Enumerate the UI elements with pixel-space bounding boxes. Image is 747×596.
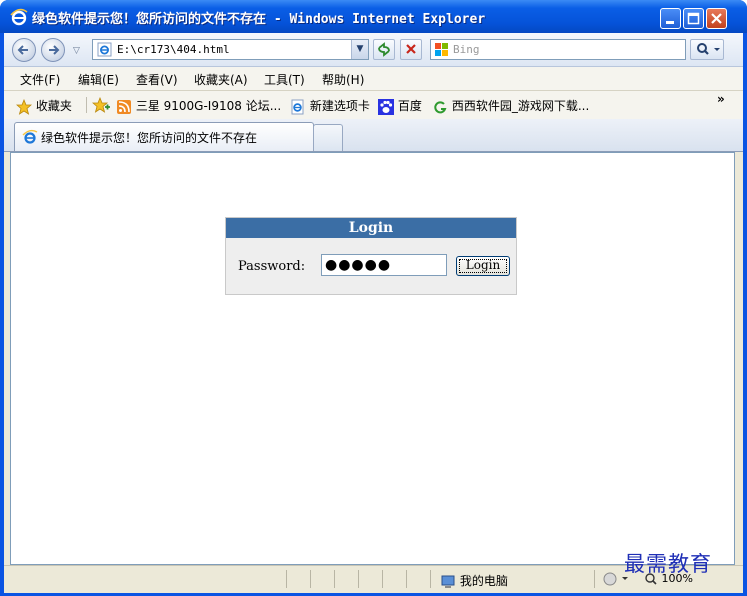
forward-arrow-icon <box>49 45 60 55</box>
rss-feed-icon <box>117 99 131 114</box>
favorites-star-icon <box>16 98 32 115</box>
browser-client: ▽ E:\cr173\404.html ▼ Bing 文件(F) 编辑(E) 查… <box>4 33 743 593</box>
status-divider <box>382 570 383 588</box>
search-icon <box>697 43 720 55</box>
tab-ie-icon <box>22 129 38 144</box>
fav-link-label: 百度 <box>397 99 422 113</box>
password-input[interactable]: ●●●●● <box>321 254 447 276</box>
history-dropdown-icon[interactable]: ▽ <box>73 46 80 56</box>
login-header: Login <box>226 218 516 238</box>
menu-favorites[interactable]: 收藏夹(A) <box>194 71 248 88</box>
fav-link-label: 三星 9100G-I9108 论坛... <box>135 99 282 113</box>
menu-view[interactable]: 查看(V) <box>136 71 178 88</box>
bing-logo-icon <box>435 43 448 56</box>
tab-active[interactable]: 绿色软件提示您！您所访问的文件不存在 <box>14 122 314 151</box>
fav-link-label: 西西软件园_游戏网下载... <box>451 99 590 113</box>
status-divider <box>594 570 595 588</box>
search-button[interactable] <box>690 39 724 60</box>
search-placeholder: Bing <box>453 43 480 56</box>
minimize-button[interactable] <box>660 8 681 29</box>
maximize-icon <box>687 12 700 25</box>
tab-strip: 绿色软件提示您！您所访问的文件不存在 <box>4 119 743 152</box>
tab-title: 绿色软件提示您！您所访问的文件不存在 <box>41 131 258 145</box>
back-arrow-icon <box>17 45 28 55</box>
status-divider <box>430 570 431 588</box>
minimize-icon <box>666 21 674 24</box>
add-favorite-icon <box>92 97 110 113</box>
favorites-label: 收藏夹 <box>35 99 72 113</box>
xixi-logo-icon <box>434 100 447 113</box>
page-viewport: Login Password: ●●●●● Login <box>10 152 735 565</box>
status-divider <box>358 570 359 588</box>
my-computer-icon <box>441 575 455 588</box>
window-title: 绿色软件提示您！您所访问的文件不存在 - Windows Internet Ex… <box>32 12 486 27</box>
new-tab-button[interactable] <box>313 124 343 151</box>
stop-icon <box>406 44 416 54</box>
menu-bar: 文件(F) 编辑(E) 查看(V) 收藏夹(A) 工具(T) 帮助(H) <box>4 67 743 91</box>
forward-button[interactable] <box>41 38 65 62</box>
address-toolbar: ▽ E:\cr173\404.html ▼ Bing <box>4 33 743 67</box>
status-divider <box>310 570 311 588</box>
browser-window: 绿色软件提示您！您所访问的文件不存在 - Windows Internet Ex… <box>0 0 747 596</box>
ie-page-icon <box>291 99 304 114</box>
close-window-button[interactable] <box>706 8 727 29</box>
address-url: E:\cr173\404.html <box>117 43 230 56</box>
refresh-icon <box>378 42 390 57</box>
baidu-paw-icon <box>378 98 394 115</box>
fav-link-xixi[interactable]: 西西软件园_游戏网下载... <box>432 97 589 115</box>
fav-link-label: 新建选项卡 <box>309 99 370 113</box>
maximize-button[interactable] <box>683 8 704 29</box>
close-icon <box>711 13 722 24</box>
security-zone[interactable]: 我的电脑 <box>440 572 508 590</box>
menu-file[interactable]: 文件(F) <box>20 71 60 88</box>
menu-help[interactable]: 帮助(H) <box>322 71 364 88</box>
login-panel: Login Password: ●●●●● Login <box>225 217 517 295</box>
menu-tools[interactable]: 工具(T) <box>264 71 305 88</box>
search-box[interactable]: Bing <box>430 39 686 60</box>
title-bar[interactable]: 绿色软件提示您！您所访问的文件不存在 - Windows Internet Ex… <box>0 0 747 33</box>
stop-button[interactable] <box>400 39 422 60</box>
status-divider <box>406 570 407 588</box>
page-icon <box>97 42 112 57</box>
favorites-bar: 收藏夹 三星 9100G-I9108 论坛... 新建选项卡 百度 西西软件园_… <box>4 91 743 119</box>
security-zone-label: 我的电脑 <box>459 574 508 588</box>
favorites-overflow-button[interactable]: » <box>717 92 725 106</box>
back-button[interactable] <box>12 38 36 62</box>
favorites-button[interactable]: 收藏夹 <box>16 97 72 115</box>
favorites-divider <box>86 97 87 113</box>
menu-edit[interactable]: 编辑(E) <box>78 71 119 88</box>
status-divider <box>286 570 287 588</box>
ie-logo-icon <box>10 8 28 26</box>
watermark-text: 最需教育 <box>624 552 712 576</box>
address-dropdown-icon[interactable]: ▼ <box>351 40 368 59</box>
fav-link-baidu[interactable]: 百度 <box>378 97 422 115</box>
refresh-button[interactable] <box>373 39 395 60</box>
add-favorite-button[interactable] <box>92 97 110 113</box>
address-bar[interactable]: E:\cr173\404.html ▼ <box>92 39 369 60</box>
password-label: Password: <box>238 259 306 274</box>
login-button[interactable]: Login <box>456 256 510 276</box>
status-divider <box>334 570 335 588</box>
fav-link-samsung[interactable]: 三星 9100G-I9108 论坛... <box>116 97 281 115</box>
fav-link-new-tab[interactable]: 新建选项卡 <box>290 97 370 115</box>
